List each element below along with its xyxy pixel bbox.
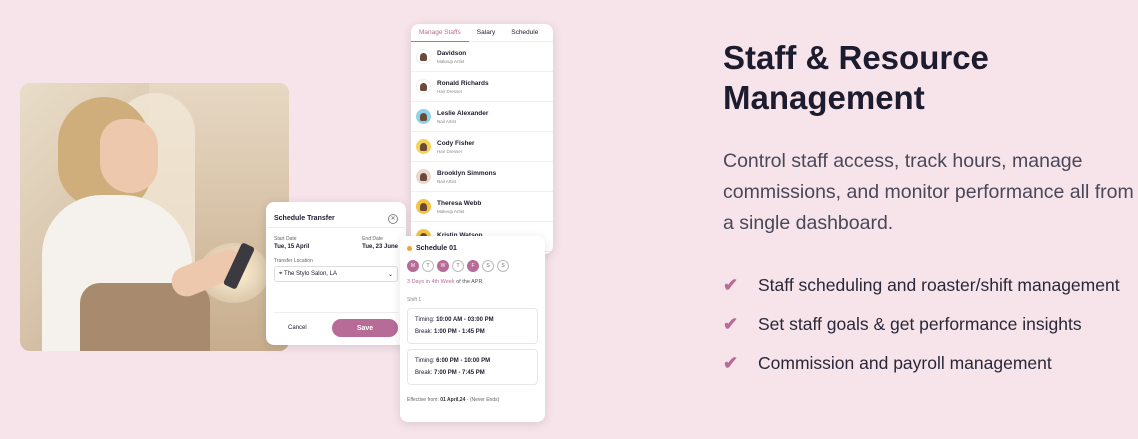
manage-staff-card: Manage Staffs Salary Schedule Davidson Ma…: [411, 24, 553, 254]
list-item[interactable]: Theresa Webb Makeup Artist: [411, 192, 553, 222]
feature-list: ✔ Staff scheduling and roaster/shift mana…: [723, 270, 1138, 387]
day-toggle[interactable]: F: [467, 260, 479, 272]
shift-timing: 10:00 AM - 03:00 PM: [436, 317, 494, 323]
avatar: [416, 169, 431, 184]
staff-name: Ronald Richards: [437, 79, 489, 87]
status-dot-icon: [407, 246, 412, 251]
staff-role: Hair Dresser: [437, 88, 463, 94]
shift-break: 1:00 PM - 1:45 PM: [434, 329, 485, 335]
shift-timing: 6:00 PM - 10:00 PM: [436, 358, 491, 364]
cancel-button[interactable]: Cancel: [288, 325, 307, 331]
staff-name: Cody Fisher: [437, 139, 475, 147]
start-date-label: Start Date: [274, 236, 297, 242]
check-icon: ✔: [723, 353, 739, 373]
day-toggle[interactable]: M: [407, 260, 419, 272]
end-date-label: End Date: [362, 236, 383, 242]
transfer-title: Schedule Transfer: [274, 215, 335, 222]
shift-break: 7:00 PM - 7:45 PM: [434, 370, 485, 376]
staff-role: Makeup Artist: [437, 58, 465, 64]
staff-name: Brooklyn Simmons: [437, 169, 497, 177]
effective-from: Effective from: 01 April,24 - (Never End…: [407, 397, 500, 403]
chevron-down-icon: ⌄: [387, 271, 393, 278]
day-toggle[interactable]: T: [422, 260, 434, 272]
avatar: [416, 109, 431, 124]
day-toggle[interactable]: W: [437, 260, 449, 272]
page-title: Staff & Resource Management: [723, 39, 989, 116]
tab-salary[interactable]: Salary: [469, 29, 503, 36]
avatar: [416, 199, 431, 214]
staff-role: Makeup Artist: [437, 208, 465, 214]
check-icon: ✔: [723, 275, 739, 295]
schedule-transfer-card: Schedule Transfer ✕ Start Date Tue, 15 A…: [266, 202, 406, 345]
day-toggle[interactable]: S: [482, 260, 494, 272]
tab-schedule[interactable]: Schedule: [503, 29, 546, 36]
day-toggle[interactable]: S: [497, 260, 509, 272]
save-button[interactable]: Save: [332, 319, 398, 337]
tab-manage-staffs[interactable]: Manage Staffs: [411, 29, 469, 42]
staff-name: Leslie Alexander: [437, 109, 489, 117]
close-icon[interactable]: ✕: [388, 213, 398, 224]
list-item: ✔ Set staff goals & get performance insig…: [723, 309, 1138, 340]
staff-role: Nail Artist: [437, 118, 457, 124]
shift-label: Shift 1: [407, 297, 422, 303]
list-item[interactable]: Ronald Richards Hair Dresser: [411, 72, 553, 102]
shift-box: Timing: 10:00 AM - 03:00 PM Break: 1:00 …: [407, 308, 538, 344]
avatar: [416, 79, 431, 94]
list-item[interactable]: Davidson Makeup Artist: [411, 42, 553, 72]
staff-role: Nail Artist: [437, 178, 457, 184]
staff-list: Davidson Makeup Artist Ronald Richards Hai…: [411, 42, 553, 252]
location-value: The Stylo Salon, LA: [283, 270, 337, 277]
list-item[interactable]: Brooklyn Simmons Nail Artist: [411, 162, 553, 192]
avatar: [416, 49, 431, 64]
description: Control staff access, track hours, manag…: [723, 150, 1134, 234]
list-item[interactable]: Cody Fisher Hair Dresser: [411, 132, 553, 162]
staff-role: Hair Dresser: [437, 148, 463, 154]
shift-box: Timing: 6:00 PM - 10:00 PM Break: 7:00 P…: [407, 349, 538, 385]
check-icon: ✔: [723, 314, 739, 334]
list-item[interactable]: Leslie Alexander Nail Artist: [411, 102, 553, 132]
location-pin-icon: ⌖: [279, 270, 283, 277]
avatar: [416, 139, 431, 154]
list-item: ✔ Staff scheduling and roaster/shift mana…: [723, 270, 1138, 301]
staff-name: Theresa Webb: [437, 199, 482, 207]
start-date-value[interactable]: Tue, 15 April: [274, 244, 309, 250]
list-item: ✔ Commission and payroll management: [723, 348, 1138, 379]
transfer-location-label: Transfer Location: [274, 258, 313, 264]
staff-name: Davidson: [437, 49, 467, 57]
day-toggle[interactable]: T: [452, 260, 464, 272]
schedule-title: Schedule 01: [416, 245, 457, 252]
schedule-card: Schedule 01 M T W T F S S 3 Days in 4th …: [400, 236, 545, 422]
staff-photo: [20, 83, 289, 351]
transfer-location-select[interactable]: ⌖ The Stylo Salon, LA ⌄: [274, 266, 398, 282]
week-summary: 3 Days in 4th Week of the APR: [407, 279, 483, 285]
weekday-selector: M T W T F S S: [407, 260, 538, 272]
end-date-value[interactable]: Tue, 23 June: [362, 244, 398, 250]
